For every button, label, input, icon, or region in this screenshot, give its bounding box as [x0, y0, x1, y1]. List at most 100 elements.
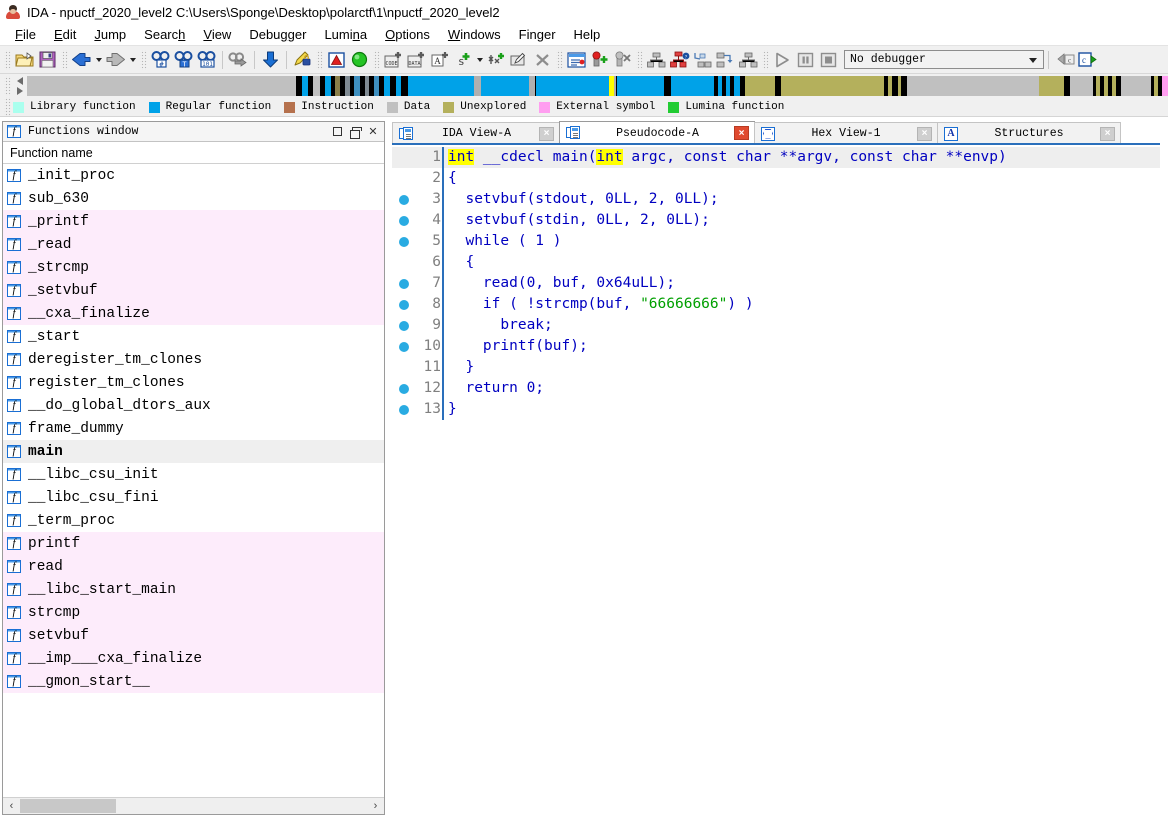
menu-options[interactable]: Options: [376, 25, 439, 44]
edit-highlight-icon[interactable]: [291, 49, 314, 71]
tab-hex-view-1[interactable]: Hex View-1 ×: [754, 122, 938, 144]
make-code-icon[interactable]: CODE: [382, 49, 405, 71]
undefine-icon[interactable]: [531, 49, 554, 71]
function-list-item[interactable]: f __libc_csu_init: [3, 463, 384, 486]
flow-chart-icon[interactable]: [645, 49, 668, 71]
code-line[interactable]: 10 printf(buf);: [392, 336, 1168, 357]
function-list-item[interactable]: f _strcmp: [3, 256, 384, 279]
close-icon[interactable]: ✕: [364, 124, 382, 140]
make-data-icon[interactable]: DATA: [405, 49, 428, 71]
breakpoint-gutter[interactable]: [392, 215, 416, 226]
function-list-item[interactable]: f __do_global_dtors_aux: [3, 394, 384, 417]
function-list-item[interactable]: f read: [3, 555, 384, 578]
menu-debugger[interactable]: Debugger: [240, 25, 315, 44]
code-line[interactable]: 13}: [392, 399, 1168, 420]
stop-icon[interactable]: [817, 49, 840, 71]
add-breakpoint-icon[interactable]: [588, 49, 611, 71]
run-icon[interactable]: [771, 49, 794, 71]
toolbar-grip[interactable]: [4, 49, 11, 70]
menu-search[interactable]: Search: [135, 25, 194, 44]
function-list-hscrollbar[interactable]: ‹ ›: [3, 797, 384, 814]
navband-scroll-buttons[interactable]: [13, 75, 27, 97]
make-array-icon[interactable]: [485, 49, 508, 71]
breakpoint-gutter[interactable]: [392, 194, 416, 205]
navband-scroll-right-icon[interactable]: [17, 87, 23, 95]
function-list-item[interactable]: f printf: [3, 532, 384, 555]
toolbar-grip[interactable]: [61, 49, 68, 70]
function-list-item[interactable]: f _start: [3, 325, 384, 348]
warning-icon[interactable]: [325, 49, 348, 71]
function-list-item[interactable]: f _term_proc: [3, 509, 384, 532]
call-graph-icon[interactable]: ?: [668, 49, 691, 71]
search-sequence-icon[interactable]: #: [149, 49, 172, 71]
tab-close-icon[interactable]: ×: [734, 126, 749, 140]
toolbar-grip[interactable]: [556, 49, 563, 70]
make-ascii-icon[interactable]: A: [428, 49, 451, 71]
decompile-icon[interactable]: c: [1053, 49, 1076, 71]
pseudocode-view[interactable]: 1 int __cdecl main(int argc, const char *…: [392, 143, 1168, 820]
menu-finger[interactable]: Finger: [510, 25, 565, 44]
code-line[interactable]: 6 {: [392, 252, 1168, 273]
list-breakpoints-icon[interactable]: [565, 49, 588, 71]
navband-grip[interactable]: [4, 76, 11, 96]
code-line[interactable]: 5 while ( 1 ): [392, 231, 1168, 252]
function-list-item[interactable]: f __libc_start_main: [3, 578, 384, 601]
function-list-item[interactable]: f strcmp: [3, 601, 384, 624]
menu-lumina[interactable]: Lumina: [315, 25, 376, 44]
legend-grip[interactable]: [4, 97, 11, 117]
function-list-item[interactable]: f _read: [3, 233, 384, 256]
tab-ida-view-a[interactable]: IDA View-A ×: [392, 122, 560, 144]
green-circle-icon[interactable]: [348, 49, 371, 71]
toolbar-grip[interactable]: [316, 49, 323, 70]
xrefs-to-icon[interactable]: [714, 49, 737, 71]
breakpoint-gutter[interactable]: [392, 320, 416, 331]
menu-help[interactable]: Help: [565, 25, 610, 44]
hscroll-thumb[interactable]: [20, 799, 116, 813]
make-struct-dropdown-icon[interactable]: [474, 49, 485, 71]
search-next-icon[interactable]: [227, 49, 250, 71]
pause-icon[interactable]: [794, 49, 817, 71]
restore-icon[interactable]: [346, 124, 364, 140]
debugger-select[interactable]: No debugger: [844, 50, 1044, 69]
function-list-item[interactable]: f frame_dummy: [3, 417, 384, 440]
function-list-item[interactable]: f setvbuf: [3, 624, 384, 647]
menu-jump[interactable]: Jump: [85, 25, 135, 44]
menu-edit[interactable]: Edit: [45, 25, 85, 44]
forward-dropdown-icon[interactable]: [127, 49, 138, 71]
rename-icon[interactable]: [508, 49, 531, 71]
hscroll-right-arrow[interactable]: ›: [367, 798, 384, 814]
function-list-item[interactable]: f __cxa_finalize: [3, 302, 384, 325]
toolbar-grip[interactable]: [636, 49, 643, 70]
navband-scroll-left-icon[interactable]: [17, 77, 23, 85]
menu-file[interactable]: File: [6, 25, 45, 44]
search-text-icon[interactable]: T: [172, 49, 195, 71]
toolbar-grip[interactable]: [373, 49, 380, 70]
make-struct-icon[interactable]: s: [451, 49, 474, 71]
code-line[interactable]: 7 read(0, buf, 0x64uLL);: [392, 273, 1168, 294]
function-name-column-header[interactable]: Function name: [3, 142, 384, 164]
code-line[interactable]: 9 break;: [392, 315, 1168, 336]
function-list-item[interactable]: f __libc_csu_fini: [3, 486, 384, 509]
maximize-icon[interactable]: [328, 124, 346, 140]
code-line[interactable]: 3 setvbuf(stdout, 0LL, 2, 0LL);: [392, 189, 1168, 210]
function-list-item[interactable]: f _printf: [3, 210, 384, 233]
toolbar-grip[interactable]: [140, 49, 147, 70]
function-list[interactable]: f _init_proc f sub_630 f _printf f _read f _strcm…: [3, 164, 384, 797]
search-immediate-icon[interactable]: 101: [195, 49, 218, 71]
tab-close-icon[interactable]: ×: [539, 126, 554, 141]
save-icon[interactable]: [36, 49, 59, 71]
breakpoint-gutter[interactable]: [392, 236, 416, 247]
back-dropdown-icon[interactable]: [93, 49, 104, 71]
decompile-file-icon[interactable]: c: [1076, 49, 1099, 71]
open-file-icon[interactable]: [13, 49, 36, 71]
function-list-item[interactable]: f sub_630: [3, 187, 384, 210]
function-list-item[interactable]: f _setvbuf: [3, 279, 384, 302]
function-list-item[interactable]: f __imp___cxa_finalize: [3, 647, 384, 670]
breakpoint-gutter[interactable]: [392, 341, 416, 352]
delete-breakpoint-icon[interactable]: [611, 49, 634, 71]
breakpoint-gutter[interactable]: [392, 383, 416, 394]
breakpoint-gutter[interactable]: [392, 299, 416, 310]
function-list-item[interactable]: f register_tm_clones: [3, 371, 384, 394]
function-list-item[interactable]: f __gmon_start__: [3, 670, 384, 693]
breakpoint-gutter[interactable]: [392, 278, 416, 289]
